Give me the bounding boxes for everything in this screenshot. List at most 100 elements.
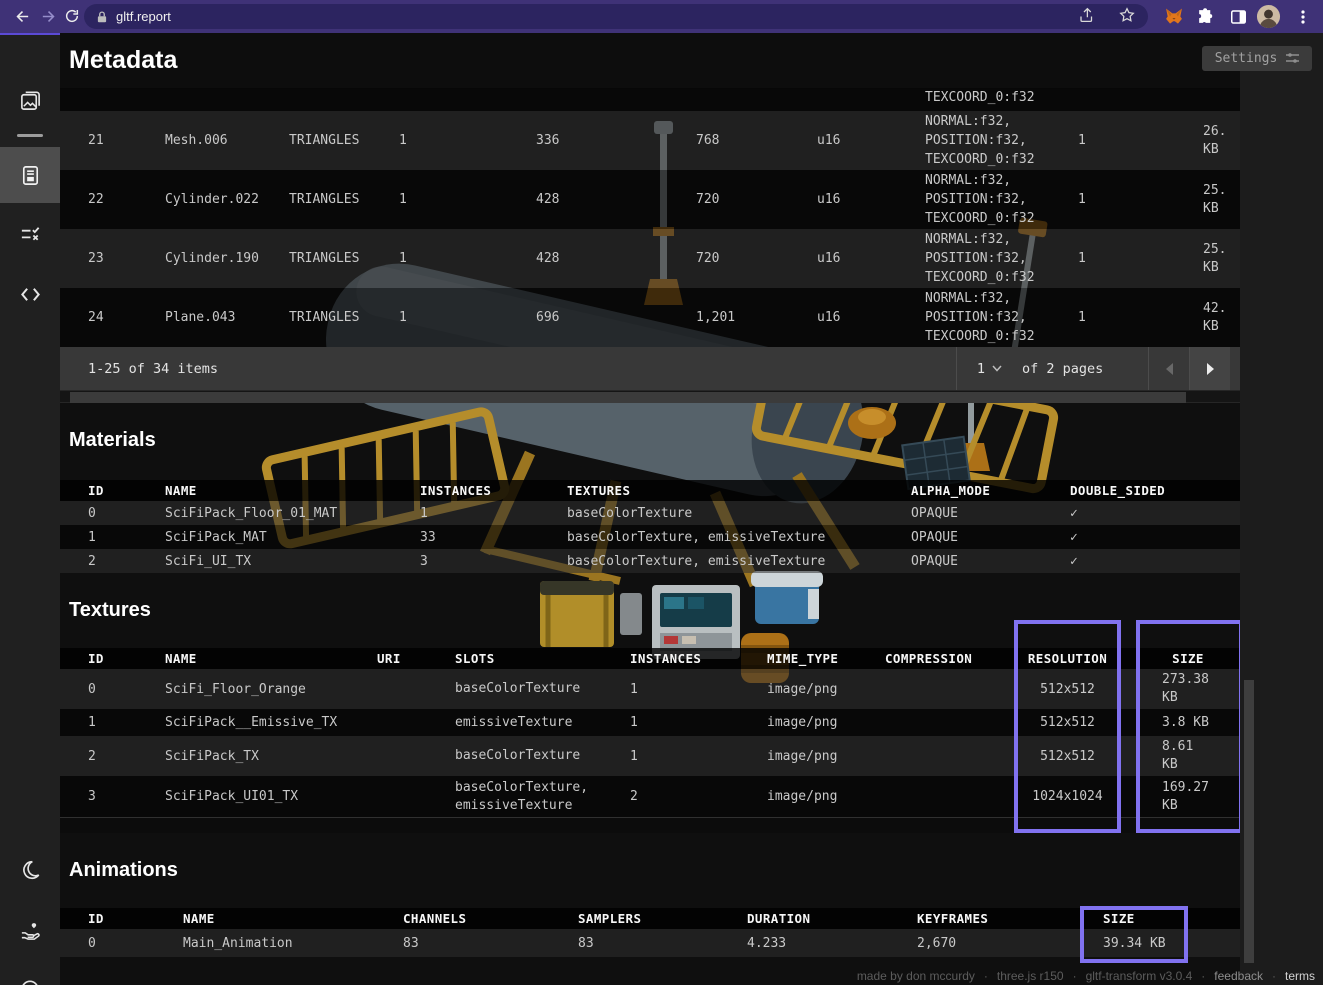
kebab-menu-icon	[1295, 9, 1311, 25]
footer-separator: ·	[1272, 969, 1276, 983]
mesh-primitives-cell: 1	[399, 133, 536, 148]
texture-mime-type-cell: image/png	[767, 749, 885, 764]
mesh-vertices-cell: 428	[536, 251, 696, 266]
reload-button[interactable]	[60, 4, 84, 28]
column-header-instances: INSTANCES	[420, 483, 567, 498]
mesh-id-cell: 24	[88, 310, 165, 325]
mesh-vertices-cell: 696	[536, 310, 696, 325]
texture-id-cell: 3	[88, 789, 165, 804]
page-select-dropdown[interactable]: 1	[956, 347, 1022, 390]
next-page-button[interactable]	[1189, 347, 1230, 390]
metamask-extension-button[interactable]	[1161, 4, 1186, 29]
mesh-mode-cell: TRIANGLES	[289, 251, 399, 266]
texture-instances-cell: 1	[630, 749, 767, 764]
mesh-attributes-cell: NORMAL:f32, POSITION:f32, TEXCOORD_0:f32	[925, 171, 1078, 228]
material-alpha-mode-cell: OPAQUE	[911, 506, 1070, 521]
material-double-sided-cell: ✓	[1070, 554, 1240, 569]
address-bar[interactable]: gltf.report	[84, 4, 1148, 29]
next-arrow-icon	[1207, 363, 1214, 375]
column-header-uri: URI	[377, 651, 455, 666]
back-arrow-icon	[14, 8, 31, 25]
mesh-vertices-cell: 336	[536, 133, 696, 148]
mesh-id-cell: 23	[88, 251, 165, 266]
column-header-name: NAME	[165, 651, 377, 666]
textures-table-header: ID NAME URI SLOTS INSTANCES MIME_TYPE CO…	[60, 648, 1240, 669]
profile-avatar[interactable]	[1256, 4, 1281, 29]
texture-resolution-cell: 512x512	[1014, 682, 1136, 697]
avatar-icon	[1256, 4, 1281, 29]
mesh-indices-type-cell: u16	[817, 133, 925, 148]
material-row: 0 SciFiPack_Floor_01_MAT 1 baseColorText…	[60, 501, 1240, 525]
animations-table-header: ID NAME CHANNELS SAMPLERS DURATION KEYFR…	[60, 908, 1240, 929]
column-header-duration: DURATION	[747, 911, 917, 926]
mesh-primitives-cell: 1	[399, 251, 536, 266]
mesh-mode-cell: TRIANGLES	[289, 192, 399, 207]
prev-page-button[interactable]	[1148, 347, 1189, 390]
sidebar-item-viewer[interactable]	[0, 72, 60, 128]
column-header-double-sided: DOUBLE_SIDED	[1070, 483, 1240, 498]
mesh-instances-cell: 1	[1078, 310, 1203, 325]
mesh-instances-cell: 1	[1078, 133, 1203, 148]
material-textures-cell: baseColorTexture	[567, 506, 911, 521]
material-instances-cell: 33	[420, 530, 567, 545]
texture-mime-type-cell: image/png	[767, 789, 885, 804]
texture-name-cell: SciFiPack_UI01_TX	[165, 789, 377, 804]
column-header-alpha-mode: ALPHA_MODE	[911, 483, 1070, 498]
mesh-primitives-cell: 1	[399, 310, 536, 325]
column-header-samplers: SAMPLERS	[578, 911, 747, 926]
forward-button[interactable]	[36, 4, 60, 28]
browser-menu-button[interactable]	[1290, 4, 1315, 29]
texture-size-cell: 3.8 KB	[1136, 714, 1240, 732]
hand-heart-icon	[19, 919, 42, 942]
code-icon	[19, 283, 42, 306]
sidebar-item-theme-toggle[interactable]	[0, 842, 60, 898]
feedback-link[interactable]: feedback	[1214, 969, 1263, 983]
mesh-attributes-cell: NORMAL:f32, POSITION:f32, TEXCOORD_0:f32	[925, 112, 1078, 169]
texture-slots-cell: baseColorTexture, emissiveTexture	[455, 779, 630, 815]
texture-instances-cell: 1	[630, 682, 767, 697]
horizontal-scrollbar[interactable]	[60, 390, 1240, 403]
column-header-resolution: RESOLUTION	[1014, 651, 1136, 666]
column-header-mime-type: MIME_TYPE	[767, 651, 885, 666]
vertical-scrollbar-thumb[interactable]	[1244, 680, 1254, 963]
column-header-channels: CHANNELS	[403, 911, 578, 926]
page-title: Metadata	[69, 46, 177, 75]
material-name-cell: SciFiPack_MAT	[165, 530, 420, 545]
mesh-indices-cell: 1,201	[696, 310, 817, 325]
pagination-range: 1-25 of 34 items	[88, 361, 218, 377]
sidebar-item-code[interactable]	[0, 266, 60, 322]
material-id-cell: 2	[88, 554, 165, 569]
mesh-instances-cell: 1	[1078, 192, 1203, 207]
materials-section-title: Materials	[69, 429, 156, 452]
page-footer: made by don mccurdy · three.js r150 · gl…	[857, 969, 1315, 983]
horizontal-scrollbar-thumb[interactable]	[70, 392, 1186, 403]
settings-button[interactable]: Settings	[1202, 46, 1312, 71]
sidebar-item-help[interactable]: ?	[0, 962, 60, 985]
material-alpha-mode-cell: OPAQUE	[911, 530, 1070, 545]
back-button[interactable]	[10, 4, 34, 28]
mesh-indices-cell: 768	[696, 133, 817, 148]
puzzle-piece-icon	[1196, 7, 1215, 26]
sidebar-item-donate[interactable]	[0, 902, 60, 958]
terms-link[interactable]: terms	[1285, 969, 1315, 983]
texture-name-cell: SciFiPack__Emissive_TX	[165, 715, 377, 730]
toolbar-accent-line	[0, 33, 60, 35]
vacuum-device	[848, 407, 896, 439]
mesh-id-cell: 22	[88, 192, 165, 207]
footer-gltf-transform-version: gltf-transform v3.0.4	[1086, 969, 1193, 983]
sidebar-item-validation[interactable]	[0, 206, 60, 262]
current-page: 1	[977, 361, 985, 377]
texture-row: 2 SciFiPack_TX baseColorTexture 1 image/…	[60, 736, 1240, 776]
mesh-name-cell: Cylinder.022	[165, 192, 289, 207]
side-panel-button[interactable]	[1226, 4, 1251, 29]
texture-slots-cell: emissiveTexture	[455, 714, 630, 732]
texture-id-cell: 2	[88, 749, 165, 764]
material-name-cell: SciFiPack_Floor_01_MAT	[165, 506, 420, 521]
pagination-controls: 1 of 2 pages	[956, 347, 1230, 390]
bookmark-button[interactable]	[1118, 6, 1136, 28]
extensions-button[interactable]	[1193, 4, 1218, 29]
texture-slots-cell: baseColorTexture	[455, 680, 630, 698]
share-button[interactable]	[1078, 6, 1096, 28]
sidebar-item-report[interactable]	[0, 147, 60, 203]
mesh-size-cell: 25. KB	[1203, 182, 1240, 218]
